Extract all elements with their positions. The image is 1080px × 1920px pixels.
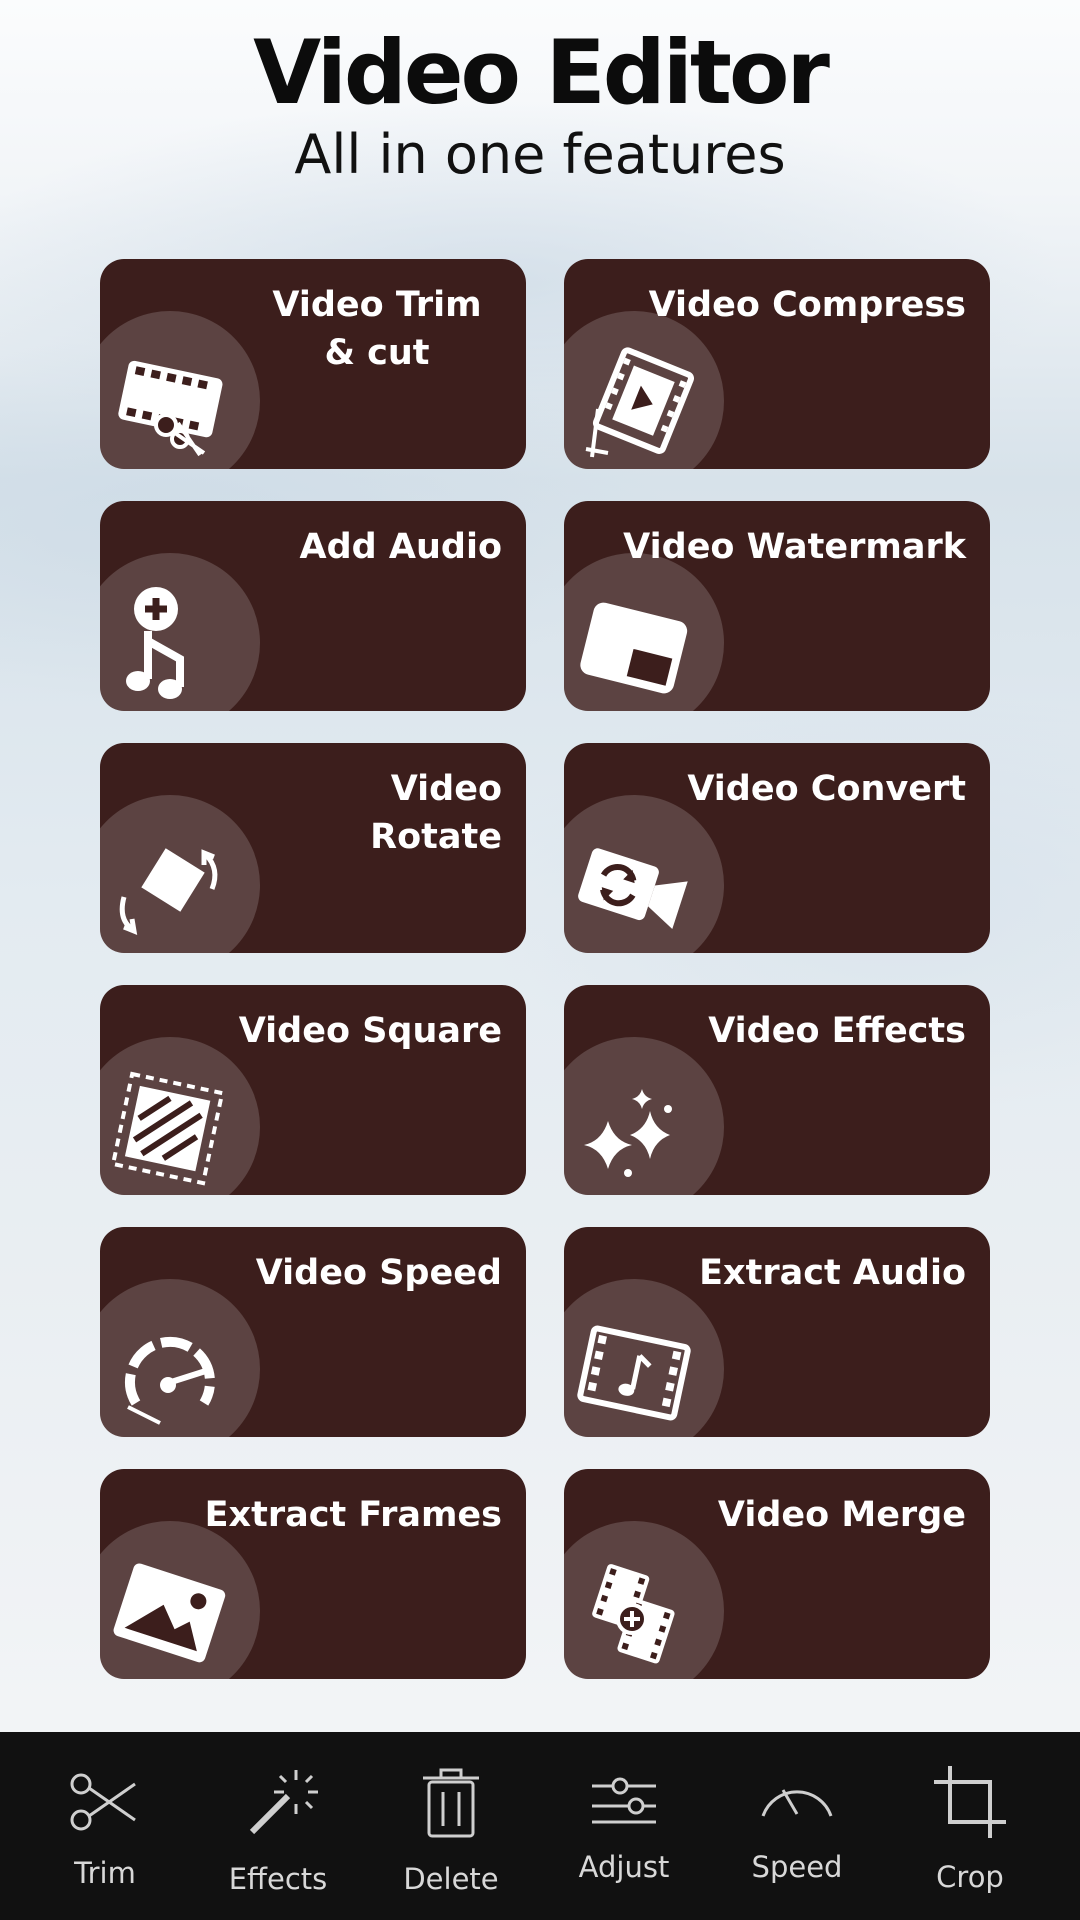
toolbar-label: Delete [403, 1862, 499, 1896]
scissors-icon [70, 1773, 136, 1831]
feature-label: Video Speed [255, 1253, 502, 1293]
feature-card-video-convert[interactable]: Video Convert [564, 743, 990, 953]
feature-label: Video Trim & cut [272, 285, 482, 373]
feature-label: Extract Frames [204, 1495, 502, 1535]
film-music-icon [577, 1325, 691, 1421]
toolbar-label: Trim [74, 1856, 136, 1890]
feature-card-video-effects[interactable]: Video Effects [564, 985, 990, 1195]
feature-card-video-speed[interactable]: Video Speed [100, 1227, 526, 1437]
toolbar-label: Speed [751, 1850, 843, 1884]
rotate-icon [119, 848, 218, 935]
feature-label: Video Effects [708, 1011, 966, 1051]
sliders-icon [592, 1777, 656, 1824]
toolbar-crop-button[interactable]: Crop [885, 1732, 1055, 1920]
feature-card-video-trim[interactable]: Video Trim & cut [100, 259, 526, 469]
page-title: Video Editor [253, 21, 830, 124]
film-scissors-icon [118, 360, 223, 457]
feature-card-video-merge[interactable]: Video Merge [564, 1469, 990, 1679]
feature-card-extract-audio[interactable]: Extract Audio [564, 1227, 990, 1437]
feature-label: Video Square [238, 1011, 502, 1051]
gauge-icon [761, 1789, 833, 1817]
crop-icon [934, 1766, 1006, 1838]
toolbar-effects-button[interactable]: Effects [193, 1732, 363, 1920]
feature-card-video-square[interactable]: Video Square [100, 985, 526, 1195]
feature-label: Video Compress [648, 285, 966, 325]
feature-card-video-rotate[interactable]: Video Rotate [100, 743, 526, 953]
feature-label: Extract Audio [699, 1253, 966, 1293]
toolbar-label: Adjust [578, 1850, 670, 1884]
music-add-icon [126, 587, 184, 699]
feature-card-extract-frames[interactable]: Extract Frames [100, 1469, 526, 1679]
feature-label: Video Convert [687, 769, 966, 809]
toolbar-adjust-button[interactable]: Adjust [539, 1732, 709, 1920]
toolbar-trim-button[interactable]: Trim [20, 1732, 190, 1920]
film-compress-icon [585, 347, 695, 458]
feature-card-video-watermark[interactable]: Video Watermark [564, 501, 990, 711]
toolbar-label: Effects [228, 1862, 328, 1896]
feature-card-video-compress[interactable]: Video Compress [564, 259, 990, 469]
speedometer-icon [125, 1337, 215, 1425]
bottom-toolbar: Trim Effects Delete Adjust Speed Crop [0, 1732, 1080, 1920]
feature-label: Video Merge [717, 1495, 966, 1535]
square-crop-icon [110, 1071, 225, 1186]
watermark-icon [580, 602, 688, 694]
feature-card-add-audio[interactable]: Add Audio [100, 501, 526, 711]
film-merge-icon [592, 1564, 675, 1664]
magic-wand-icon [249, 1770, 318, 1835]
toolbar-label: Crop [936, 1860, 1004, 1894]
feature-label: Video Rotate [370, 769, 502, 857]
toolbar-speed-button[interactable]: Speed [712, 1732, 882, 1920]
camera-convert-icon [578, 848, 688, 929]
sparkles-icon [584, 1089, 672, 1177]
page-subtitle: All in one features [294, 123, 786, 186]
feature-label: Add Audio [299, 527, 502, 567]
image-icon [113, 1563, 226, 1663]
feature-label: Video Watermark [623, 527, 966, 567]
trash-icon [423, 1768, 479, 1838]
toolbar-delete-button[interactable]: Delete [366, 1732, 536, 1920]
